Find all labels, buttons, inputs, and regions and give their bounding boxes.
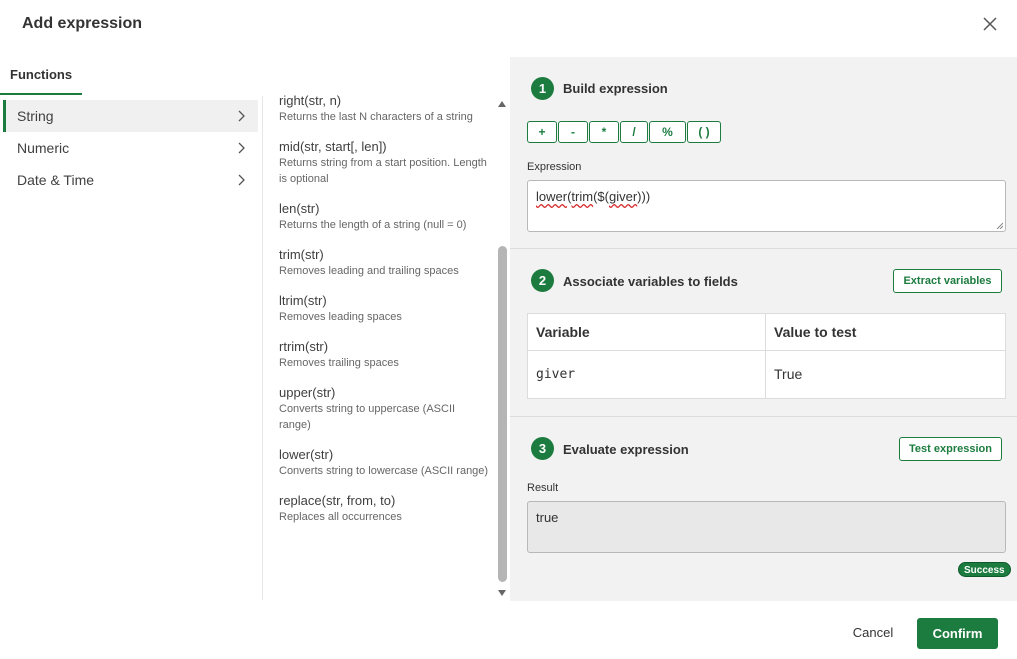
function-item-mid[interactable]: mid(str, start[, len]) Returns string fr… (279, 139, 489, 187)
category-label: Date & Time (17, 172, 95, 188)
function-description: Removes leading and trailing spaces (279, 265, 459, 277)
function-item-right[interactable]: right(str, n) Returns the last N charact… (279, 93, 489, 125)
scroll-up-arrow-icon[interactable] (497, 99, 507, 109)
function-name: upper(str) (279, 385, 336, 400)
cancel-button[interactable]: Cancel (842, 618, 904, 648)
extract-variables-button[interactable]: Extract variables (893, 269, 1002, 293)
operator-plus-button[interactable]: + (527, 121, 557, 143)
function-item-trim[interactable]: trim(str) Removes leading and trailing s… (279, 247, 489, 279)
function-description: Removes trailing spaces (279, 357, 399, 369)
expression-label: Expression (527, 161, 582, 173)
resize-grip-icon[interactable] (996, 222, 1003, 229)
function-description: Returns string from a start position. Le… (279, 157, 487, 185)
function-description: Converts string to lowercase (ASCII rang… (279, 465, 489, 477)
section-title-associate: Associate variables to fields (563, 274, 738, 289)
column-header-variable: Variable (536, 324, 590, 340)
divider (262, 96, 263, 600)
function-description: Returns the last N characters of a strin… (279, 111, 473, 123)
function-description: Returns the length of a string (null = 0… (279, 219, 467, 231)
step-number-badge: 3 (531, 437, 554, 460)
expression-token: ))) (637, 189, 651, 204)
result-label: Result (527, 482, 559, 494)
expression-input[interactable]: lower(trim($(giver))) (527, 180, 1006, 232)
step-number-badge: 1 (531, 77, 554, 100)
function-description: Converts string to uppercase (ASCII rang… (279, 403, 456, 431)
variable-name-cell: giver (536, 367, 576, 382)
step-number-badge: 2 (531, 269, 554, 292)
function-item-upper[interactable]: upper(str) Converts string to uppercase … (279, 385, 489, 433)
column-header-value: Value to test (774, 324, 857, 340)
tab-active-indicator (0, 93, 82, 95)
column-divider (765, 314, 766, 398)
operator-minus-button[interactable]: - (558, 121, 588, 143)
operator-divide-button[interactable]: / (620, 121, 648, 143)
scrollbar-thumb[interactable] (498, 246, 507, 582)
section-divider (510, 248, 1017, 249)
chevron-right-icon (238, 142, 245, 154)
expression-token: ($( (593, 189, 609, 204)
function-name: rtrim(str) (279, 339, 329, 354)
scroll-down-arrow-icon[interactable] (497, 588, 507, 598)
operator-modulo-button[interactable]: % (649, 121, 686, 143)
function-name: ltrim(str) (279, 293, 327, 308)
function-name: len(str) (279, 201, 320, 216)
expression-token: trim (571, 189, 594, 204)
category-label: String (17, 108, 54, 124)
expression-token: giver (608, 189, 638, 204)
operator-multiply-button[interactable]: * (589, 121, 619, 143)
chevron-right-icon (238, 110, 245, 122)
category-list: String Numeric Date & Time (3, 100, 258, 196)
section-title-build: Build expression (563, 81, 668, 96)
expression-token: lower (536, 189, 568, 204)
function-name: right(str, n) (279, 93, 342, 108)
function-name: mid(str, start[, len]) (279, 139, 387, 154)
function-item-rtrim[interactable]: rtrim(str) Removes trailing spaces (279, 339, 489, 371)
category-string[interactable]: String (3, 100, 258, 132)
chevron-right-icon (238, 174, 245, 186)
close-icon (983, 17, 997, 31)
function-item-lower[interactable]: lower(str) Converts string to lowercase … (279, 447, 489, 479)
close-button[interactable] (978, 12, 1002, 36)
section-divider (510, 416, 1017, 417)
operator-parentheses-button[interactable]: ( ) (687, 121, 721, 143)
function-list: right(str, n) Returns the last N charact… (279, 93, 489, 539)
function-item-ltrim[interactable]: ltrim(str) Removes leading spaces (279, 293, 489, 325)
function-name: lower(str) (279, 447, 334, 462)
result-output: true (527, 501, 1006, 553)
value-to-test-input[interactable]: True (774, 366, 802, 382)
category-numeric[interactable]: Numeric (3, 132, 258, 164)
function-item-replace[interactable]: replace(str, from, to) Replaces all occu… (279, 493, 489, 525)
category-label: Numeric (17, 140, 70, 156)
dialog-title: Add expression (22, 15, 143, 32)
function-item-len[interactable]: len(str) Returns the length of a string … (279, 201, 489, 233)
variables-table: Variable Value to test giver True (527, 313, 1006, 399)
function-description: Removes leading spaces (279, 311, 402, 323)
function-description: Replaces all occurrences (279, 511, 402, 523)
function-name: trim(str) (279, 247, 324, 262)
status-badge: Success (958, 562, 1011, 577)
table-header: Variable Value to test (528, 314, 1005, 351)
confirm-button[interactable]: Confirm (917, 618, 998, 649)
section-title-evaluate: Evaluate expression (563, 442, 689, 457)
category-date-time[interactable]: Date & Time (3, 164, 258, 196)
function-name: replace(str, from, to) (279, 493, 396, 508)
tab-functions[interactable]: Functions (10, 67, 72, 82)
test-expression-button[interactable]: Test expression (899, 437, 1002, 461)
